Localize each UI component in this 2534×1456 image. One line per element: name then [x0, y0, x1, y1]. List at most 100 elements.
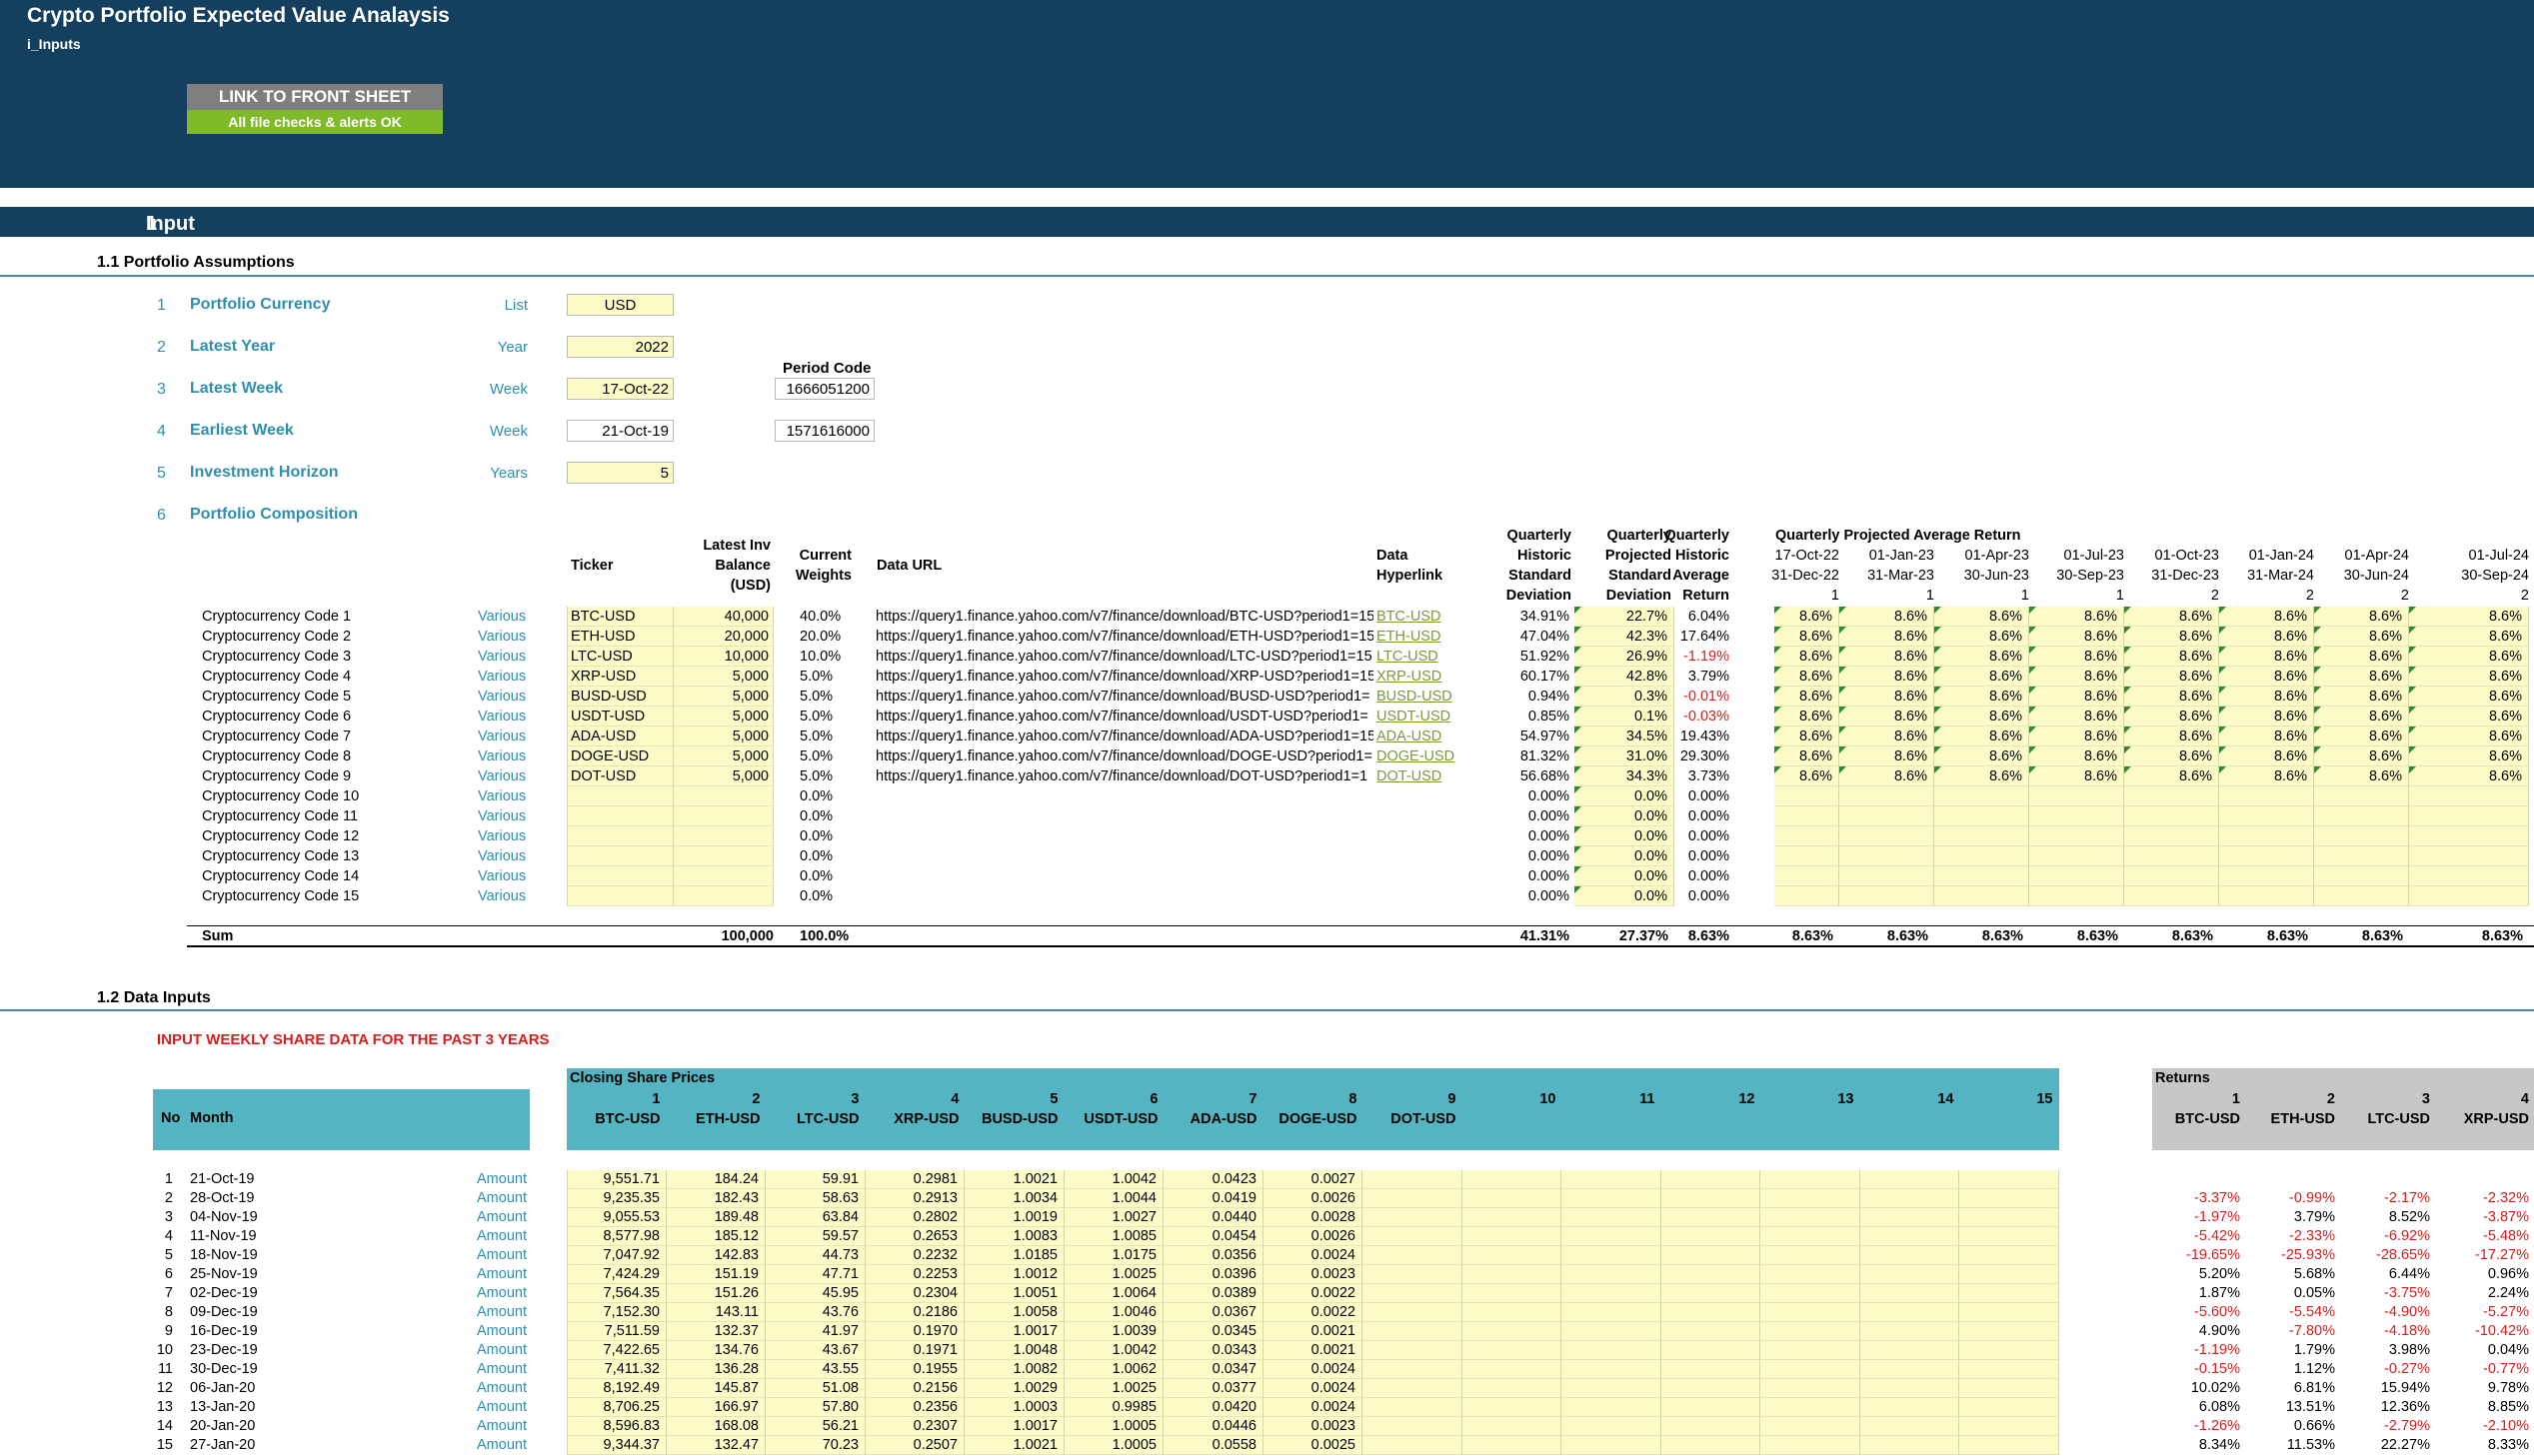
price-input[interactable]	[1860, 1208, 1959, 1227]
price-input[interactable]	[1362, 1189, 1462, 1208]
projected-return-input[interactable]	[2409, 866, 2529, 886]
price-input[interactable]: 1.0012	[965, 1265, 1065, 1284]
price-input[interactable]	[1959, 1360, 2059, 1379]
price-input[interactable]: 185.12	[667, 1227, 766, 1246]
price-input[interactable]	[1462, 1189, 1561, 1208]
price-input[interactable]	[1860, 1360, 1959, 1379]
ticker-input[interactable]: LTC-USD	[567, 647, 674, 667]
price-input[interactable]: 43.67	[766, 1341, 866, 1360]
price-input[interactable]	[1561, 1379, 1661, 1398]
projected-return-input[interactable]	[2314, 786, 2409, 806]
data-hyperlink[interactable]: DOT-USD	[1376, 766, 1441, 786]
data-hyperlink[interactable]: USDT-USD	[1376, 707, 1450, 727]
price-input[interactable]	[1959, 1246, 2059, 1265]
projected-return-input[interactable]: 8.6%	[2029, 707, 2124, 727]
price-input[interactable]	[1760, 1284, 1860, 1303]
price-input[interactable]: 0.0025	[1264, 1436, 1362, 1455]
projected-return-input[interactable]: 8.6%	[1774, 667, 1839, 687]
balance-input[interactable]: 5,000	[674, 746, 774, 766]
ticker-input[interactable]	[567, 846, 674, 866]
ticker-input[interactable]: DOGE-USD	[567, 746, 674, 766]
price-input[interactable]	[1462, 1417, 1561, 1436]
price-input[interactable]	[1959, 1398, 2059, 1417]
price-input[interactable]	[1959, 1227, 2059, 1246]
projected-return-input[interactable]: 8.6%	[1839, 766, 1934, 786]
price-input[interactable]: 1.0058	[965, 1303, 1065, 1322]
projected-return-input[interactable]	[2314, 826, 2409, 846]
price-input[interactable]	[1760, 1322, 1860, 1341]
projected-return-input[interactable]: 8.6%	[1774, 647, 1839, 667]
projected-return-input[interactable]: 8.6%	[1839, 687, 1934, 707]
price-input[interactable]	[1561, 1398, 1661, 1417]
price-input[interactable]	[1661, 1246, 1760, 1265]
price-input[interactable]: 1.0005	[1065, 1436, 1164, 1455]
price-input[interactable]	[1561, 1227, 1661, 1246]
price-input[interactable]	[1661, 1227, 1760, 1246]
balance-input[interactable]: 5,000	[674, 766, 774, 786]
price-input[interactable]	[1362, 1208, 1462, 1227]
projected-return-input[interactable]: 8.6%	[2409, 707, 2529, 727]
projected-return-input[interactable]: 8.6%	[2314, 727, 2409, 746]
balance-input[interactable]: 5,000	[674, 707, 774, 727]
ticker-input[interactable]	[567, 826, 674, 846]
projected-return-input[interactable]: 8.6%	[2314, 627, 2409, 647]
projected-return-input[interactable]: 8.6%	[1839, 667, 1934, 687]
projected-return-input[interactable]	[1934, 866, 2029, 886]
projected-return-input[interactable]: 8.6%	[1934, 687, 2029, 707]
price-input[interactable]	[1661, 1436, 1760, 1455]
price-input[interactable]	[1959, 1379, 2059, 1398]
projected-return-input[interactable]: 8.6%	[1934, 766, 2029, 786]
price-input[interactable]: 45.95	[766, 1284, 866, 1303]
balance-input[interactable]: 5,000	[674, 667, 774, 687]
price-input[interactable]	[1561, 1284, 1661, 1303]
data-hyperlink[interactable]: LTC-USD	[1376, 647, 1438, 667]
price-input[interactable]	[1661, 1322, 1760, 1341]
price-input[interactable]	[1362, 1303, 1462, 1322]
projected-return-input[interactable]	[1774, 866, 1839, 886]
price-input[interactable]: 0.2507	[866, 1436, 965, 1455]
projected-return-input[interactable]: 8.6%	[2124, 727, 2219, 746]
projected-return-input[interactable]: 8.6%	[2124, 647, 2219, 667]
price-input[interactable]	[1760, 1208, 1860, 1227]
price-input[interactable]	[1462, 1322, 1561, 1341]
projected-return-input[interactable]	[1774, 886, 1839, 906]
projected-return-input[interactable]: 8.6%	[2219, 746, 2314, 766]
projected-return-input[interactable]	[1934, 786, 2029, 806]
price-input[interactable]	[1462, 1284, 1561, 1303]
price-input[interactable]	[1561, 1246, 1661, 1265]
projected-return-input[interactable]	[1774, 806, 1839, 826]
price-input[interactable]: 9,235.35	[567, 1189, 667, 1208]
projected-return-input[interactable]: 8.6%	[2124, 607, 2219, 627]
price-input[interactable]: 0.2186	[866, 1303, 965, 1322]
price-input[interactable]	[1462, 1303, 1561, 1322]
price-input[interactable]: 1.0042	[1065, 1170, 1164, 1189]
projected-return-input[interactable]: 8.6%	[1774, 727, 1839, 746]
price-input[interactable]: 44.73	[766, 1246, 866, 1265]
price-input[interactable]: 0.2802	[866, 1208, 965, 1227]
price-input[interactable]	[1760, 1417, 1860, 1436]
balance-input[interactable]	[674, 826, 774, 846]
price-input[interactable]	[1860, 1246, 1959, 1265]
price-input[interactable]: 0.2356	[866, 1398, 965, 1417]
projected-return-input[interactable]	[2029, 806, 2124, 826]
projected-return-input[interactable]: 8.6%	[2314, 647, 2409, 667]
projected-return-input[interactable]: 8.6%	[1839, 607, 1934, 627]
ticker-input[interactable]: DOT-USD	[567, 766, 674, 786]
price-input[interactable]	[1959, 1417, 2059, 1436]
price-input[interactable]: 43.55	[766, 1360, 866, 1379]
projected-return-input[interactable]: 8.6%	[2314, 687, 2409, 707]
price-input[interactable]: 0.1970	[866, 1322, 965, 1341]
price-input[interactable]	[1959, 1322, 2059, 1341]
ticker-input[interactable]: ADA-USD	[567, 727, 674, 746]
projected-return-input[interactable]	[2124, 786, 2219, 806]
projected-return-input[interactable]: 8.6%	[2219, 627, 2314, 647]
data-hyperlink[interactable]: BTC-USD	[1376, 607, 1440, 627]
price-input[interactable]	[1561, 1436, 1661, 1455]
price-input[interactable]: 189.48	[667, 1208, 766, 1227]
price-input[interactable]	[1661, 1360, 1760, 1379]
price-input[interactable]: 7,511.59	[567, 1322, 667, 1341]
price-input[interactable]	[1362, 1322, 1462, 1341]
projected-return-input[interactable]	[1839, 846, 1934, 866]
price-input[interactable]: 0.2156	[866, 1379, 965, 1398]
price-input[interactable]: 8,577.98	[567, 1227, 667, 1246]
